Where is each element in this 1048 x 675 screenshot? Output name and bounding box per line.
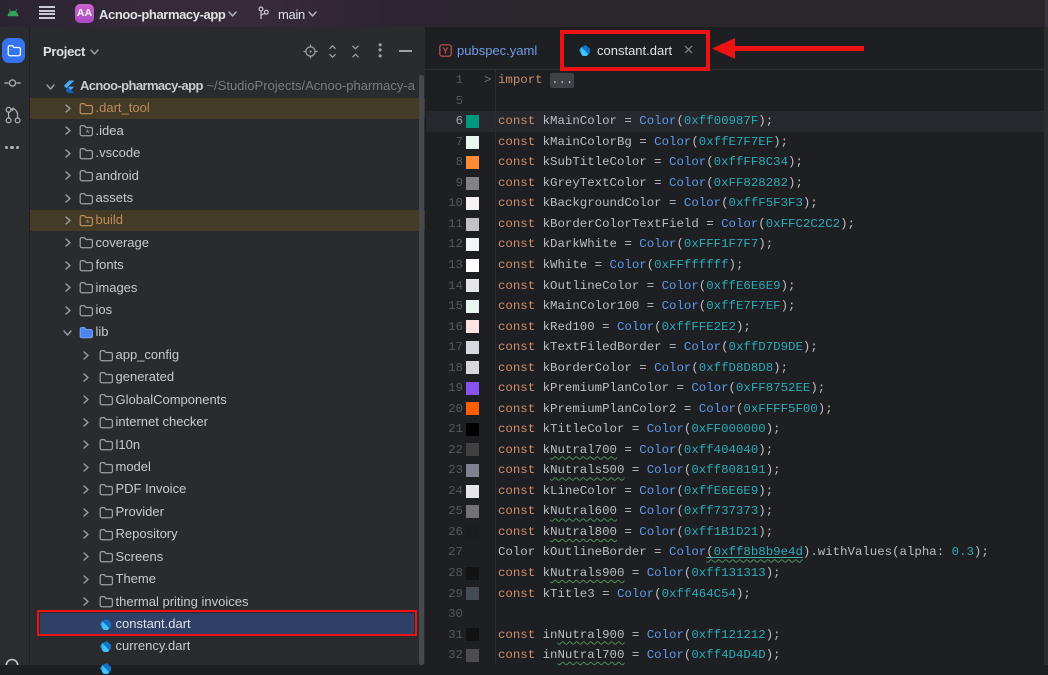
svg-text:Y: Y [443,46,449,56]
svg-text:*: * [86,218,90,227]
svg-text:*: * [86,129,90,138]
